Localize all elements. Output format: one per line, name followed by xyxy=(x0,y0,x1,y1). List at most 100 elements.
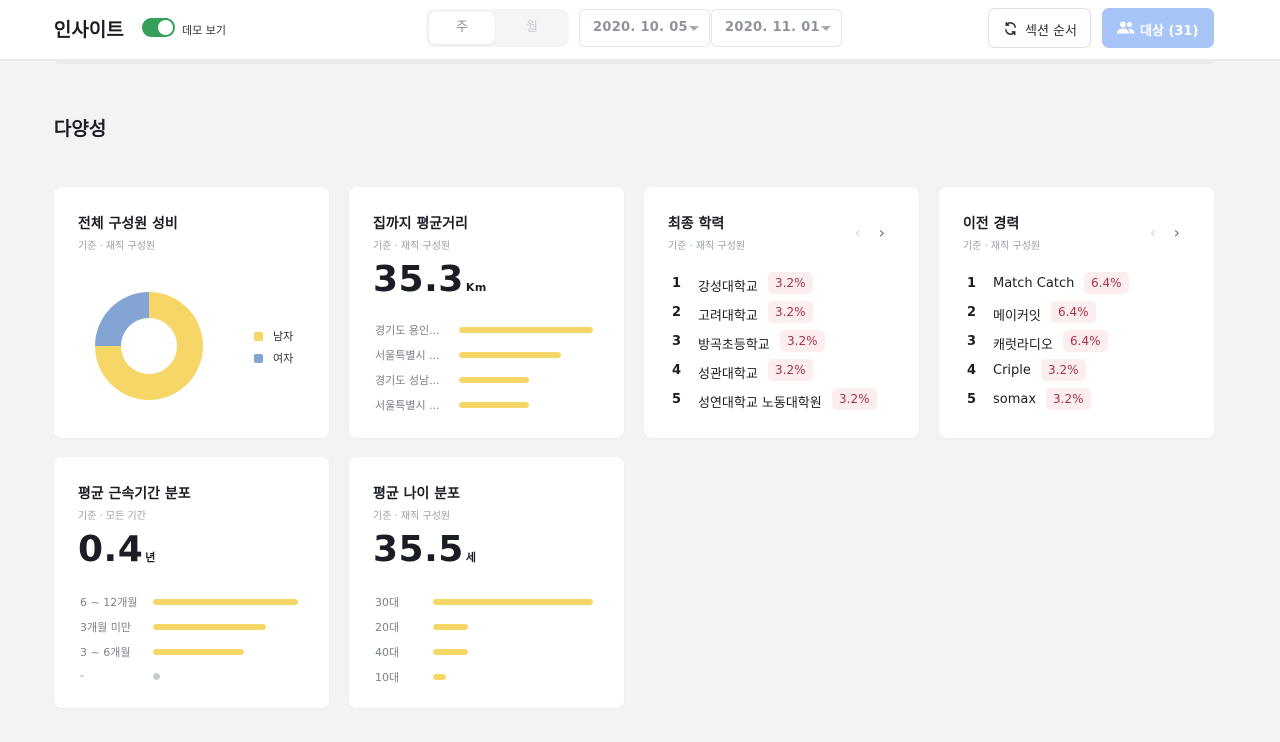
period-segmented-control: 주 월 xyxy=(426,9,569,47)
bar-label: 3개월 미만 xyxy=(80,621,131,634)
list-item: 4 성관대학교 3.2% xyxy=(672,359,902,382)
card-subtitle: 기준 · 재직 구성원 xyxy=(373,241,451,252)
legend-label: 남자 xyxy=(273,330,294,343)
bar-fill xyxy=(459,377,529,383)
bar-fill xyxy=(433,624,469,630)
toggle-knob xyxy=(158,20,173,35)
average-distance-value: 35.3 Km xyxy=(373,259,487,300)
list-item: 5 성연대학교 노동대학원 3.2% xyxy=(672,388,902,411)
chevron-down-icon xyxy=(821,26,831,31)
rank-number: 4 xyxy=(672,363,682,378)
bar-row: - xyxy=(80,669,298,683)
average-age-value: 35.5 세 xyxy=(373,529,476,570)
card-subtitle: 기준 · 재직 구성원 xyxy=(373,511,451,522)
big-unit: Km xyxy=(465,281,487,294)
rank-name: somax xyxy=(993,392,1037,407)
big-number: 35.5 xyxy=(373,529,464,570)
card-subtitle: 기준 · 재직 구성원 xyxy=(963,241,1041,252)
card-title: 전체 구성원 성비 xyxy=(78,216,178,232)
big-unit: 년 xyxy=(145,551,156,564)
big-number: 0.4 xyxy=(78,529,144,570)
card-education: 최종 학력 기준 · 재직 구성원 ‹ › 1 강성대학교 3.2% 2 고려대학교 3.… xyxy=(644,187,919,438)
legend-label: 여자 xyxy=(273,352,294,365)
average-tenure-value: 0.4 년 xyxy=(78,529,156,570)
section-order-button[interactable]: 섹션 순서 xyxy=(988,8,1091,48)
bar-label: 30대 xyxy=(375,596,400,609)
big-unit: 세 xyxy=(465,551,477,564)
users-icon xyxy=(1117,21,1135,34)
percent-badge: 3.2% xyxy=(1046,388,1091,410)
start-date-value: 2020. 10. 05 xyxy=(593,20,688,35)
percent-badge: 3.2% xyxy=(768,359,813,381)
chevron-right-icon[interactable]: › xyxy=(1174,225,1180,241)
bar-row: 서울특별시 ... xyxy=(375,347,593,362)
bar-row: 경기도 성남... xyxy=(375,372,593,387)
bar-row: 30대 xyxy=(375,594,593,609)
card-title: 평균 근속기간 분포 xyxy=(78,486,191,502)
bar-fill xyxy=(459,352,561,358)
percent-badge: 3.2% xyxy=(768,301,813,323)
header-divider xyxy=(54,59,1214,64)
chevron-right-icon[interactable]: › xyxy=(879,225,885,241)
bar-row: 서울특별시 ... xyxy=(375,397,593,412)
big-number: 35.3 xyxy=(373,259,464,300)
percent-badge: 3.2% xyxy=(1041,359,1086,381)
tab-week[interactable]: 주 xyxy=(429,12,495,44)
rank-name: 성관대학교 xyxy=(698,367,758,382)
rank-number: 1 xyxy=(967,276,977,291)
percent-badge: 6.4% xyxy=(1063,330,1108,352)
rank-name: Match Catch xyxy=(993,276,1075,291)
legend-item-female: 여자 xyxy=(254,350,293,366)
rank-name: 방곡초등학교 xyxy=(698,338,770,353)
card-tenure: 평균 근속기간 분포 기준 · 모든 기간 0.4 년 6 ~ 12개월 3개월 미… xyxy=(54,457,329,708)
bar-empty-dot xyxy=(153,673,160,680)
bar-row: 20대 xyxy=(375,619,593,634)
list-item: 2 메이커잇 6.4% xyxy=(967,301,1197,324)
bar-row: 3개월 미만 xyxy=(80,619,298,634)
card-subtitle: 기준 · 재직 구성원 xyxy=(78,241,156,252)
rank-name: 메이커잇 xyxy=(993,309,1041,324)
card-title: 집까지 평균거리 xyxy=(373,216,469,232)
tab-month[interactable]: 월 xyxy=(499,12,565,44)
card-previous-career: 이전 경력 기준 · 재직 구성원 ‹ › 1 Match Catch 6.4% 2 메… xyxy=(939,187,1214,438)
list-item: 3 방곡초등학교 3.2% xyxy=(672,330,902,353)
card-title: 이전 경력 xyxy=(963,216,1020,232)
bar-row: 경기도 용인... xyxy=(375,322,593,337)
rank-number: 3 xyxy=(672,334,682,349)
bar-fill xyxy=(459,402,529,408)
bar-fill xyxy=(459,327,593,333)
list-item: 1 강성대학교 3.2% xyxy=(672,272,902,295)
end-date-select[interactable]: 2020. 11. 01 xyxy=(711,9,842,47)
list-item: 3 캐럿라디오 6.4% xyxy=(967,330,1197,353)
rank-name: 강성대학교 xyxy=(698,280,758,295)
rank-number: 4 xyxy=(967,363,977,378)
legend-swatch xyxy=(254,332,263,341)
list-item: 4 Criple 3.2% xyxy=(967,359,1197,381)
percent-badge: 6.4% xyxy=(1084,272,1129,294)
percent-badge: 3.2% xyxy=(780,330,825,352)
target-label: 대상 (31) xyxy=(1140,24,1199,39)
card-title: 평균 나이 분포 xyxy=(373,486,461,502)
chevron-left-icon[interactable]: ‹ xyxy=(1150,225,1156,241)
target-button[interactable]: 대상 (31) xyxy=(1102,8,1214,48)
list-item: 1 Match Catch 6.4% xyxy=(967,272,1197,294)
section-title-diversity: 다양성 xyxy=(54,118,107,140)
demo-toggle[interactable] xyxy=(142,18,175,37)
bar-row: 3 ~ 6개월 xyxy=(80,644,298,659)
rank-name: 캐럿라디오 xyxy=(993,338,1053,353)
bar-label: 3 ~ 6개월 xyxy=(80,646,131,659)
bar-label: 경기도 용인... xyxy=(375,324,440,337)
rank-name: Criple xyxy=(993,363,1031,378)
bar-fill xyxy=(433,649,469,655)
donut-slice-female xyxy=(95,292,149,346)
bar-row: 6 ~ 12개월 xyxy=(80,594,298,609)
card-gender-ratio: 전체 구성원 성비 기준 · 재직 구성원 남자 여자 xyxy=(54,187,329,438)
start-date-select[interactable]: 2020. 10. 05 xyxy=(579,9,710,47)
card-subtitle: 기준 · 모든 기간 xyxy=(78,511,146,522)
bar-fill xyxy=(433,599,593,605)
chevron-left-icon[interactable]: ‹ xyxy=(855,225,861,241)
legend-swatch xyxy=(254,354,263,363)
percent-badge: 3.2% xyxy=(768,272,813,294)
refresh-icon xyxy=(1005,21,1016,36)
bar-fill xyxy=(433,674,446,680)
